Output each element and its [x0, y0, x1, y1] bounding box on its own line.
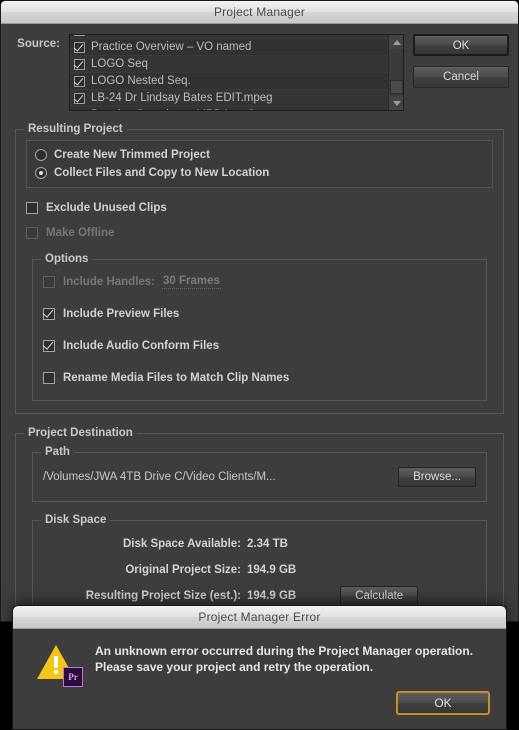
project-manager-titlebar[interactable]: Project Manager [1, 1, 518, 24]
source-label: Source: [17, 38, 60, 50]
error-dialog-body: Pr An unknown error occurred during the … [13, 629, 506, 687]
exclamation-mark-icon [54, 656, 58, 674]
project-manager-window: Project Manager Source: Practice Overvie… [0, 0, 519, 622]
warning-triangle-icon: Pr [37, 643, 83, 687]
list-item-checkbox-icon[interactable] [74, 109, 85, 110]
path-value: /Volumes/JWA 4TB Drive C/Video Clients/M… [43, 471, 276, 483]
list-item[interactable]: Practice Overview – VO named [70, 39, 388, 56]
include-handles-value-field[interactable]: 30 Frames [162, 275, 221, 289]
calculate-button[interactable]: Calculate [340, 586, 419, 606]
triangle-down-icon [392, 100, 401, 106]
source-list[interactable]: Practice Overview – VO Practice Overview… [69, 34, 404, 111]
checkbox-icon[interactable] [26, 202, 38, 214]
scroll-down-button[interactable] [389, 96, 403, 110]
options-legend: Options [41, 253, 93, 265]
list-item[interactable]: LOGO Seq [70, 56, 388, 73]
radio-icon-selected[interactable] [35, 166, 47, 179]
triangle-up-icon [392, 39, 401, 45]
radio-label: Create New Trimmed Project [54, 148, 210, 161]
project-manager-body: Source: Practice Overview – VO Practice … [1, 24, 518, 621]
list-item-label: LOGO Seq [91, 58, 148, 70]
list-item-checkbox-icon[interactable] [74, 58, 85, 70]
error-dialog-titlebar[interactable]: Project Manager Error [13, 606, 506, 629]
error-dialog-title: Project Manager Error [198, 610, 321, 624]
resulting-project-legend: Resulting Project [24, 123, 127, 135]
list-item[interactable]: Practice Overview – MPDA ver2 [70, 107, 388, 110]
list-item-label: Practice Overview – MPDA ver2 [91, 109, 255, 110]
checkbox-icon-checked[interactable] [43, 340, 55, 352]
checkbox-label: Include Preview Files [63, 308, 180, 320]
list-item-label: Practice Overview – VO named [91, 41, 252, 53]
list-item-label: Practice Overview – VO [91, 35, 213, 36]
checkbox-exclude-unused-clips[interactable]: Exclude Unused Clips [26, 198, 493, 218]
disk-space-group: Disk Space Disk Space Available: 2.34 TB… [32, 514, 487, 618]
project-manager-error-dialog: Project Manager Error Pr An unknown erro… [12, 605, 507, 730]
list-item-checkbox-icon[interactable] [74, 75, 85, 87]
checkbox-include-preview-files[interactable]: Include Preview Files [43, 304, 476, 324]
list-item-checkbox-icon[interactable] [74, 92, 85, 104]
original-project-size-row: Original Project Size: 194.9 GB [33, 557, 476, 583]
include-handles-label: Include Handles: [63, 276, 156, 288]
error-ok-button[interactable]: OK [396, 691, 490, 715]
checkbox-icon-checked[interactable] [43, 308, 55, 320]
checkbox-label: Make Offline [46, 227, 115, 239]
checkbox-include-handles: Include Handles: 30 Frames [43, 272, 476, 292]
disk-space-legend: Disk Space [41, 514, 111, 526]
resulting-project-radio-box: Create New Trimmed Project Collect Files… [26, 140, 493, 188]
cancel-button[interactable]: Cancel [413, 66, 509, 88]
error-dialog-buttons: OK [396, 691, 490, 715]
options-group: Options Include Handles: 30 Frames Inclu… [32, 253, 487, 401]
scrollbar-thumb[interactable] [390, 80, 403, 94]
scroll-up-button[interactable] [389, 35, 403, 49]
checkbox-include-audio-conform-files[interactable]: Include Audio Conform Files [43, 336, 476, 356]
radio-create-new-trimmed-project[interactable]: Create New Trimmed Project [35, 146, 484, 163]
list-item[interactable]: LB-24 Dr Lindsay Bates EDIT.mpeg [70, 90, 388, 107]
project-destination-group: Project Destination Path /Volumes/JWA 4T… [15, 427, 504, 621]
list-item-checkbox-icon[interactable] [74, 41, 85, 53]
path-legend: Path [41, 446, 74, 458]
premiere-pro-badge-icon: Pr [63, 667, 83, 687]
browse-button[interactable]: Browse... [398, 467, 476, 487]
ok-button[interactable]: OK [413, 34, 509, 56]
checkbox-label: Exclude Unused Clips [46, 202, 167, 214]
radio-collect-files-and-copy[interactable]: Collect Files and Copy to New Location [35, 164, 484, 181]
checkbox-make-offline: Make Offline [26, 223, 493, 243]
checkbox-label: Rename Media Files to Match Clip Names [63, 372, 290, 384]
checkbox-rename-media-files[interactable]: Rename Media Files to Match Clip Names [43, 368, 476, 388]
disk-space-available-row: Disk Space Available: 2.34 TB [33, 531, 476, 557]
list-item-label: LB-24 Dr Lindsay Bates EDIT.mpeg [91, 92, 273, 104]
disk-space-available-value: 2.34 TB [247, 538, 288, 550]
original-project-size-label: Original Project Size: [125, 564, 241, 576]
list-item[interactable]: LOGO Nested Seq. [70, 73, 388, 90]
checkbox-icon-disabled [26, 227, 38, 239]
checkbox-icon-disabled [43, 276, 55, 288]
error-message: An unknown error occurred during the Pro… [95, 644, 474, 674]
radio-label: Collect Files and Copy to New Location [54, 166, 270, 179]
list-item-checkbox-icon[interactable] [74, 35, 85, 36]
resulting-project-size-value: 194.9 GB [247, 590, 297, 602]
disk-space-available-label: Disk Space Available: [122, 538, 241, 550]
window-title: Project Manager [213, 5, 306, 19]
original-project-size-value: 194.9 GB [247, 564, 297, 576]
checkbox-label: Include Audio Conform Files [63, 340, 220, 352]
path-group: Path /Volumes/JWA 4TB Drive C/Video Clie… [32, 446, 487, 502]
list-item-label: LOGO Nested Seq. [91, 75, 191, 87]
resulting-project-size-label: Resulting Project Size (est.): [85, 590, 241, 602]
source-list-scroll-content: Practice Overview – VO Practice Overview… [70, 35, 388, 110]
path-row: /Volumes/JWA 4TB Drive C/Video Clients/M… [43, 467, 476, 487]
source-list-scrollbar[interactable] [388, 35, 403, 110]
radio-icon[interactable] [35, 148, 47, 161]
resulting-project-group: Resulting Project Create New Trimmed Pro… [15, 123, 504, 414]
checkbox-icon[interactable] [43, 372, 55, 384]
dialog-buttons: OK Cancel [413, 34, 509, 88]
project-destination-legend: Project Destination [24, 427, 137, 439]
